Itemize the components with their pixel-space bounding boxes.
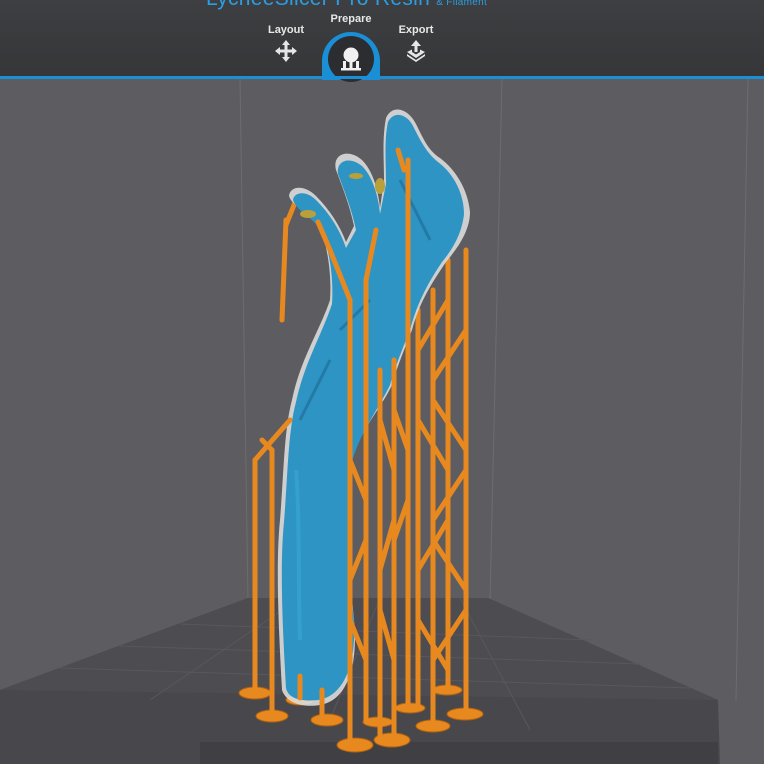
app-title: LycheeSlicer Pro Resin & Filament xyxy=(206,0,487,11)
tab-layout[interactable]: Layout xyxy=(262,24,310,63)
scene-3d xyxy=(0,79,749,764)
top-toolbar: LycheeSlicer Pro Resin & Filament Layout… xyxy=(0,0,764,82)
prepare-tab-highlight xyxy=(322,32,380,82)
tab-prepare-label: Prepare xyxy=(330,13,372,25)
3d-viewport[interactable] xyxy=(0,79,764,764)
tab-export[interactable]: Export xyxy=(392,24,440,63)
app-title-text: LycheeSlicer Pro Resin xyxy=(206,0,430,10)
move-arrows-icon xyxy=(275,40,297,62)
export-upload-icon xyxy=(407,40,425,62)
app-title-suffix: & Filament xyxy=(436,0,488,8)
tab-export-label: Export xyxy=(398,24,434,36)
tab-prepare[interactable]: Prepare xyxy=(322,13,380,25)
supports-icon xyxy=(341,47,361,71)
tab-layout-label: Layout xyxy=(267,24,305,36)
toolbar-accent-line xyxy=(0,76,764,79)
